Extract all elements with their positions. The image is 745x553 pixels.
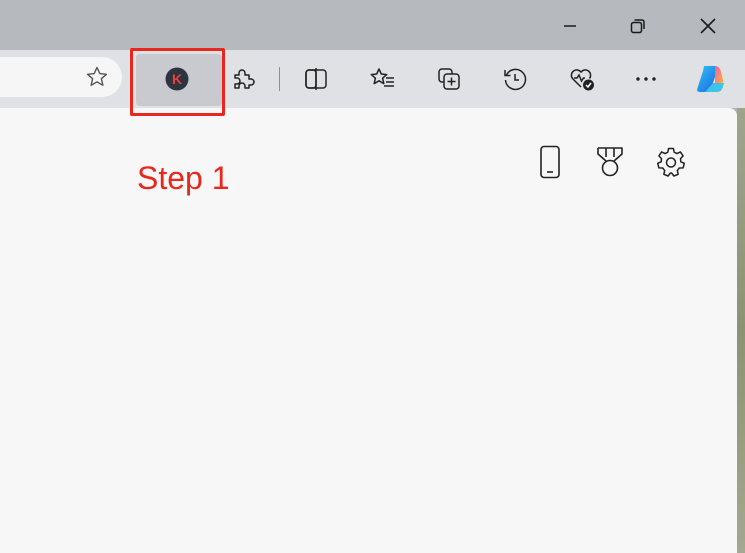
new-tab-page: Step 1 [0, 108, 737, 553]
copilot-icon [697, 66, 724, 92]
favorites-icon [370, 68, 394, 87]
split-screen-icon [305, 68, 327, 90]
step-highlight-box [130, 48, 225, 116]
settings-button[interactable] [651, 142, 691, 182]
step-annotation-label: Step 1 [137, 160, 230, 196]
background-edge [737, 108, 745, 553]
settings-gear-icon [656, 147, 686, 177]
split-screen-button[interactable] [296, 59, 336, 99]
favorite-button[interactable] [77, 57, 117, 97]
history-button[interactable] [495, 59, 535, 99]
restore-icon [630, 19, 645, 34]
title-bar [0, 0, 745, 50]
browser-essentials-button[interactable] [562, 59, 602, 99]
medal-icon [597, 147, 623, 177]
extensions-button[interactable] [223, 59, 263, 99]
toolbar-separator [279, 67, 280, 91]
minimize-button[interactable] [550, 8, 590, 44]
close-icon [700, 18, 716, 34]
phone-button[interactable] [530, 142, 570, 182]
favorites-button[interactable] [363, 59, 403, 99]
history-icon [504, 68, 527, 91]
extensions-puzzle-icon [234, 69, 255, 89]
minimize-icon [564, 25, 576, 27]
collections-icon [438, 68, 460, 90]
copilot-button[interactable] [690, 59, 730, 99]
browser-essentials-icon [570, 69, 594, 91]
phone-icon [540, 145, 560, 179]
browser-toolbar: K [0, 50, 745, 108]
more-icon [636, 77, 656, 81]
close-button[interactable] [688, 8, 728, 44]
rewards-button[interactable] [590, 142, 630, 182]
collections-button[interactable] [429, 59, 469, 99]
more-button[interactable] [626, 59, 666, 99]
address-bar[interactable] [0, 57, 122, 97]
restore-button[interactable] [618, 8, 658, 44]
star-icon [86, 66, 108, 86]
